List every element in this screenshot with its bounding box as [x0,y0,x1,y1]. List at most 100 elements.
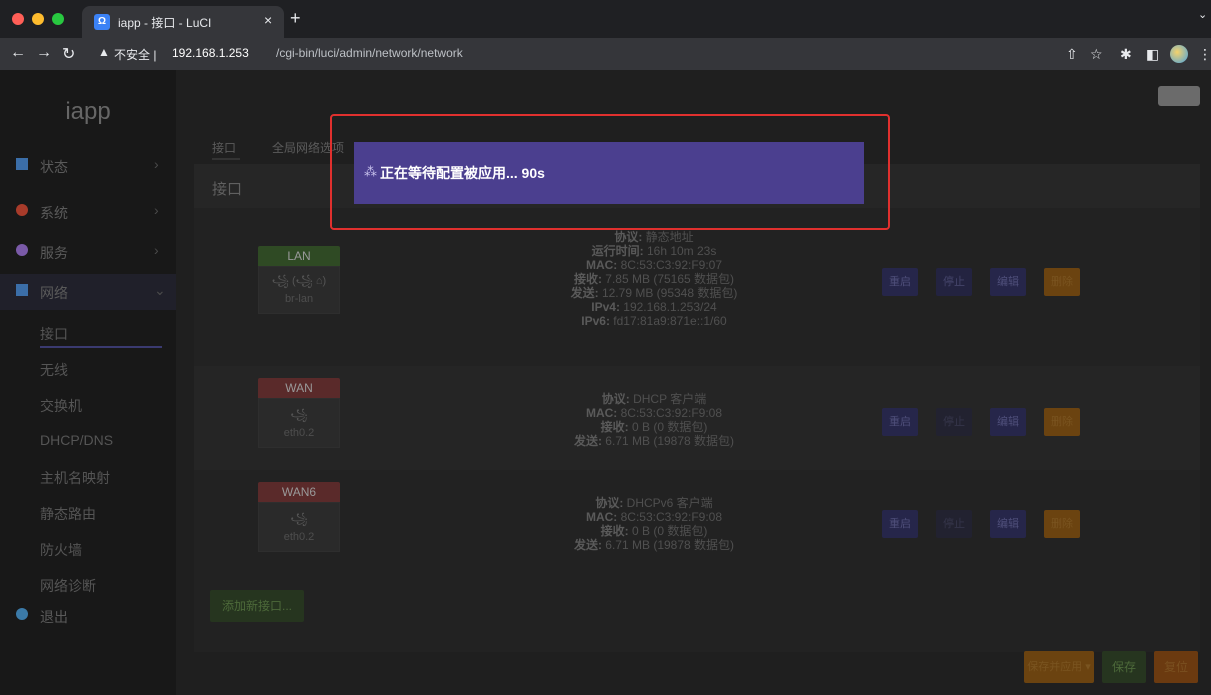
sidebar-item-label: 服务 [40,245,68,261]
delete-button[interactable]: 删除 [1044,268,1080,296]
forward-arrow-icon[interactable]: → [36,44,52,62]
info-line: 接收: 7.85 MB (75165 数据包) [573,272,735,286]
new-tab-button[interactable]: + [290,8,301,29]
sidebar-item-system[interactable]: 系统 › [0,194,176,230]
reset-button[interactable]: 复位 [1154,651,1198,683]
tab-search-icon[interactable]: ⌄ [1198,8,1207,21]
sidebar-item-label: 系统 [40,205,68,221]
info-line: 运行时间: 16h 10m 23s [591,244,717,258]
extensions-icon[interactable]: ✱ [1120,46,1132,63]
sidebar-item-label: 状态 [40,159,68,175]
edit-button[interactable]: 编辑 [990,408,1026,436]
sidebar-sub-static-routes[interactable]: 静态路由 [40,504,96,524]
logout-icon [16,608,28,620]
close-window-button[interactable] [12,13,24,25]
sidebar-item-network[interactable]: 网络 ⌄ [0,274,176,310]
ethernet-port-icon: ꧁ (꧁ ⌂) [271,275,327,287]
info-line: 发送: 12.79 MB (95348 数据包) [570,286,738,300]
sidebar: iapp 状态 › 系统 › 服务 › 网络 ⌄ 接口 无线 交换机 DHCP/… [0,70,176,695]
stop-button[interactable]: 停止 [936,268,972,296]
info-line: IPv6: fd17:81a9:871e::1/60 [581,314,727,328]
stop-button[interactable]: 停止 [936,408,972,436]
bookmark-star-icon[interactable]: ☆ [1090,46,1103,63]
tab-interfaces[interactable]: 接口 [212,139,236,156]
status-icon [16,158,28,170]
chevron-right-icon: › [154,202,159,218]
interface-row-wan: WAN ꧁ eth0.2 协议: DHCP 客户端 MAC: 8C:53:C3:… [194,366,1200,470]
sidebar-item-status[interactable]: 状态 › [0,148,176,184]
info-line: 发送: 6.71 MB (19878 数据包) [573,434,735,448]
reload-icon[interactable]: ↻ [62,44,75,64]
info-line: IPv4: 192.168.1.253/24 [591,300,717,314]
network-icon [16,284,28,296]
sidebar-item-logout[interactable]: 退出 [0,598,176,634]
warning-icon: ▲ [98,45,110,59]
ethernet-port-icon: ꧁ [290,513,308,525]
restart-button[interactable]: 重启 [882,510,918,538]
stop-button[interactable]: 停止 [936,510,972,538]
highlight-annotation-box [330,114,890,230]
browser-toolbar: ← → ↻ ▲ 不安全 | 192.168.1.253 /cgi-bin/luc… [0,38,1211,70]
interface-badge-lan: LAN [258,246,340,266]
gear-icon [16,204,28,216]
interface-device: eth0.2 [283,531,315,543]
interface-device-box: ꧁ eth0.2 [258,398,340,448]
info-line: 协议: DHCP 客户端 [601,392,707,406]
share-icon[interactable]: ⇧ [1066,46,1078,63]
info-line: 发送: 6.71 MB (19878 数据包) [573,538,735,552]
back-arrow-icon[interactable]: ← [10,44,26,62]
sidebar-sub-hostnames[interactable]: 主机名映射 [40,468,110,488]
tab-title: iapp - 接口 - LuCI [118,16,212,30]
info-line: 接收: 0 B (0 数据包) [600,420,708,434]
interface-badge-wan: WAN [258,378,340,398]
restart-button[interactable]: 重启 [882,408,918,436]
interface-info: 协议: DHCP 客户端 MAC: 8C:53:C3:92:F9:08 接收: … [454,392,854,448]
interface-badge-wan6: WAN6 [258,482,340,502]
chevron-right-icon: › [154,156,159,172]
browser-tab[interactable]: Ω iapp - 接口 - LuCI × [82,6,284,38]
interface-row-lan: LAN ꧁ (꧁ ⌂) br-lan 协议: 静态地址 运行时间: 16h 10… [194,216,1200,364]
url-path: /cgi-bin/luci/admin/network/network [276,46,463,60]
edit-button[interactable]: 编辑 [990,268,1026,296]
interface-info: 协议: DHCPv6 客户端 MAC: 8C:53:C3:92:F9:08 接收… [454,496,854,552]
theme-toggle-button[interactable] [1158,86,1200,106]
sidebar-sub-switch[interactable]: 交换机 [40,396,82,416]
sidebar-sub-firewall[interactable]: 防火墙 [40,540,82,560]
save-apply-button[interactable]: 保存并应用 ▾ [1024,651,1094,683]
close-tab-icon[interactable]: × [264,12,272,28]
interface-device-box: ꧁ (꧁ ⌂) br-lan [258,266,340,314]
interfaces-panel: 接口 LAN ꧁ (꧁ ⌂) br-lan 协议: 静态地址 运行时间: 16h… [194,164,1200,652]
insecure-label[interactable]: 不安全 | [114,46,156,63]
active-tab-indicator [212,158,240,160]
sidebar-sub-diagnostics[interactable]: 网络诊断 [40,576,96,596]
info-line: 协议: DHCPv6 客户端 [595,496,713,510]
url-host: 192.168.1.253 [172,46,249,60]
interface-info: 协议: 静态地址 运行时间: 16h 10m 23s MAC: 8C:53:C3… [454,230,854,328]
delete-button[interactable]: 删除 [1044,408,1080,436]
luci-favicon-icon: Ω [94,14,110,30]
maximize-window-button[interactable] [52,13,64,25]
sidebar-sub-dhcp-dns[interactable]: DHCP/DNS [40,432,113,448]
delete-button[interactable]: 删除 [1044,510,1080,538]
info-line: MAC: 8C:53:C3:92:F9:08 [585,510,723,524]
info-line: 接收: 0 B (0 数据包) [600,524,708,538]
info-line: MAC: 8C:53:C3:92:F9:07 [585,258,723,272]
info-line: MAC: 8C:53:C3:92:F9:08 [585,406,723,420]
sidebar-item-label: 退出 [40,609,68,625]
brand-logo[interactable]: iapp [0,98,176,126]
restart-button[interactable]: 重启 [882,268,918,296]
sidebar-item-services[interactable]: 服务 › [0,234,176,270]
address-bar[interactable]: ▲ 不安全 | 192.168.1.253 /cgi-bin/luci/admi… [92,42,1130,66]
save-button[interactable]: 保存 [1102,651,1146,683]
add-interface-button[interactable]: 添加新接口... [210,590,304,622]
sidebar-sub-interfaces[interactable]: 接口 [40,324,68,344]
browser-menu-icon[interactable]: ⋮ [1198,46,1211,63]
sidepanel-icon[interactable]: ◧ [1146,46,1159,63]
active-sub-indicator [40,346,162,348]
minimize-window-button[interactable] [32,13,44,25]
service-icon [16,244,28,256]
profile-avatar[interactable] [1170,45,1188,63]
panel-title: 接口 [212,181,243,198]
sidebar-sub-wireless[interactable]: 无线 [40,360,68,380]
edit-button[interactable]: 编辑 [990,510,1026,538]
